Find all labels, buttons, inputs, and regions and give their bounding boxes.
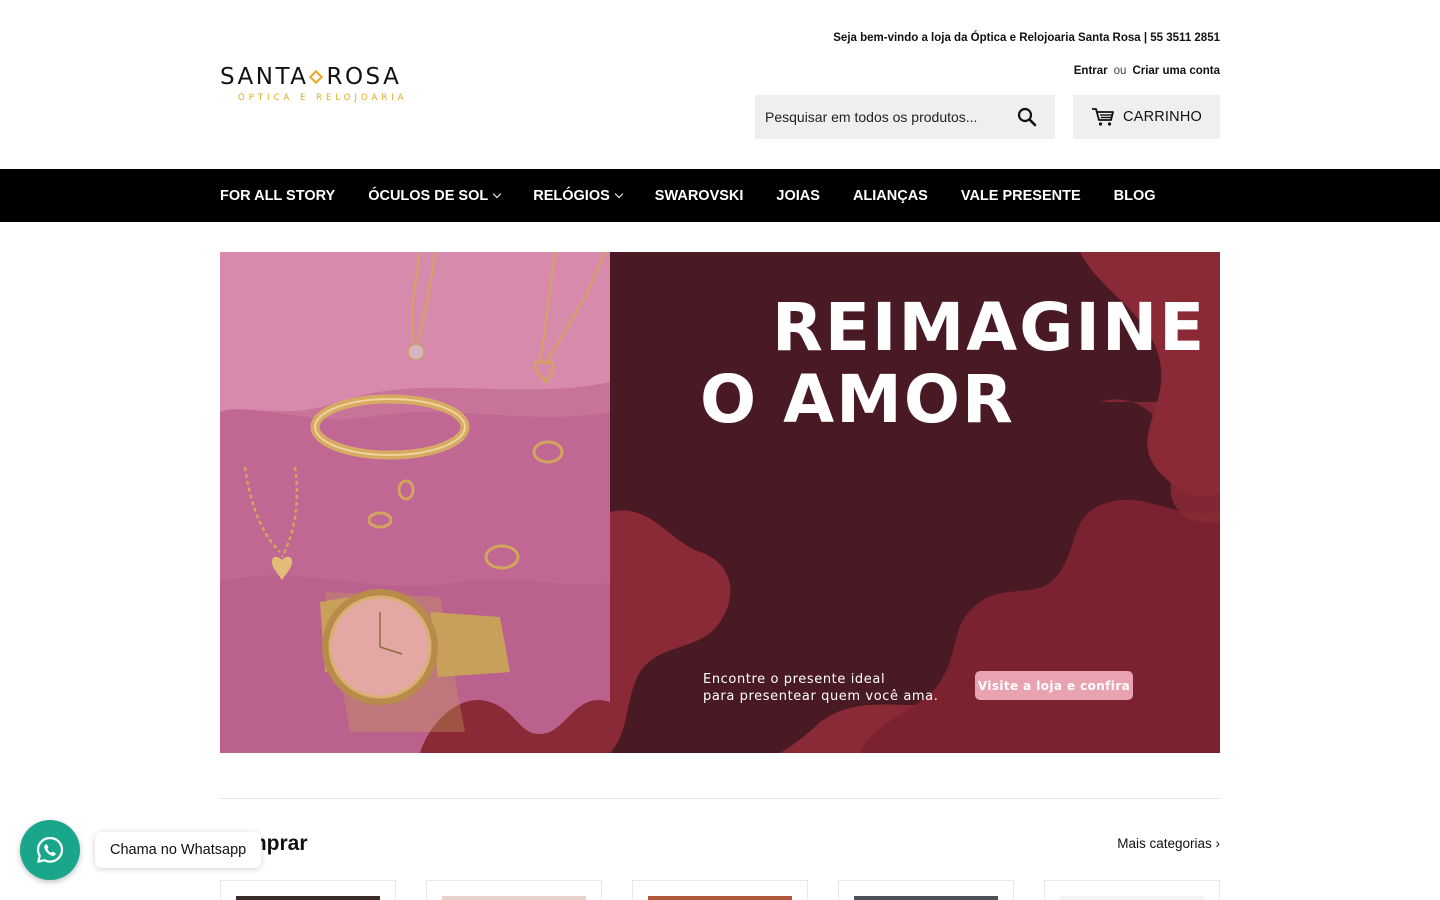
chevron-down-icon	[614, 189, 624, 198]
cart-icon	[1092, 108, 1114, 126]
main-navigation: FOR ALL STORY ÓCULOS DE SOL RELÓGIOS SWA…	[0, 169, 1440, 222]
nav-item-label: ALIANÇAS	[852, 187, 928, 204]
nav-item-label: SWAROVSKI	[654, 187, 744, 204]
or-text: ou	[1113, 65, 1127, 77]
category-image	[236, 896, 380, 900]
store-logo[interactable]: SANTA ROSA ÓPTICA E RELOJOARIA	[220, 63, 430, 107]
category-image	[854, 896, 998, 900]
whatsapp-label[interactable]: Chama no Whatsapp	[95, 832, 262, 868]
category-cards	[220, 880, 1220, 900]
nav-item-label: ÓCULOS DE SOL	[368, 187, 489, 204]
nav-item-oculos-de-sol[interactable]: ÓCULOS DE SOL	[368, 187, 502, 204]
nav-item-joias[interactable]: JOIAS	[776, 188, 820, 204]
search-button[interactable]	[1005, 95, 1049, 139]
whatsapp-button[interactable]	[20, 820, 80, 880]
chevron-down-icon	[493, 189, 502, 198]
category-card[interactable]	[838, 880, 1014, 900]
logo-word-left: SANTA	[220, 64, 309, 90]
register-link[interactable]: Criar uma conta	[1132, 65, 1220, 77]
login-link[interactable]: Entrar	[1074, 65, 1108, 77]
hero-banner[interactable]: REIMAGINE O AMOR Encontre o presente ide…	[220, 252, 1220, 753]
category-card[interactable]	[1044, 880, 1220, 900]
search-input[interactable]	[755, 95, 1005, 139]
search-icon	[1017, 107, 1037, 127]
nav-item-label: FOR ALL STORY	[220, 187, 336, 204]
category-card[interactable]	[426, 880, 602, 900]
logo-diamond-icon	[309, 69, 324, 85]
hero-subtitle: Encontre o presente ideal para presentea…	[703, 671, 953, 705]
hero-title-line1: REIMAGINE	[772, 289, 1207, 366]
hero-title: REIMAGINE O AMOR	[700, 292, 1206, 436]
nav-item-blog[interactable]: BLOG	[1114, 188, 1156, 204]
category-card[interactable]	[220, 880, 396, 900]
logo-wordmark: SANTA ROSA	[220, 63, 430, 91]
cart-label: CARRINHO	[1123, 109, 1202, 125]
search-bar	[755, 95, 1055, 139]
logo-word-right: ROSA	[326, 64, 402, 90]
site-header: Seja bem-vindo a loja da Óptica e Relojo…	[0, 0, 1440, 169]
nav-item-vale-presente[interactable]: VALE PRESENTE	[961, 188, 1081, 204]
logo-tagline: ÓPTICA E RELOJOARIA	[238, 93, 408, 103]
hero-cta-button[interactable]: Visite a loja e confira	[975, 671, 1133, 700]
hero-title-line2: O AMOR	[700, 361, 1015, 438]
cart-button[interactable]: CARRINHO	[1073, 95, 1220, 139]
whatsapp-icon	[36, 836, 64, 863]
category-image	[1060, 896, 1204, 900]
nav-item-aliancas[interactable]: ALIANÇAS	[853, 188, 928, 204]
account-links: Entrar ou Criar uma conta	[1074, 65, 1220, 77]
more-categories-link[interactable]: Mais categorias ›	[1117, 836, 1220, 851]
welcome-text: Seja bem-vindo a loja da Óptica e Relojo…	[833, 32, 1220, 44]
nav-item-swarovski[interactable]: SWAROVSKI	[655, 188, 744, 204]
section-divider	[220, 798, 1220, 799]
nav-item-label: RELÓGIOS	[533, 187, 610, 204]
category-card[interactable]	[632, 880, 808, 900]
category-image	[442, 896, 586, 900]
hero-subtitle-line1: Encontre o presente ideal	[703, 672, 886, 687]
nav-item-label: BLOG	[1113, 187, 1156, 204]
nav-item-relogios[interactable]: RELÓGIOS	[533, 187, 624, 204]
nav-item-label: JOIAS	[776, 187, 820, 204]
nav-item-label: VALE PRESENTE	[960, 187, 1081, 204]
nav-item-for-all-story[interactable]: FOR ALL STORY	[220, 188, 335, 204]
category-image	[648, 896, 792, 900]
hero-subtitle-line2: para presentear quem você ama.	[703, 689, 939, 704]
